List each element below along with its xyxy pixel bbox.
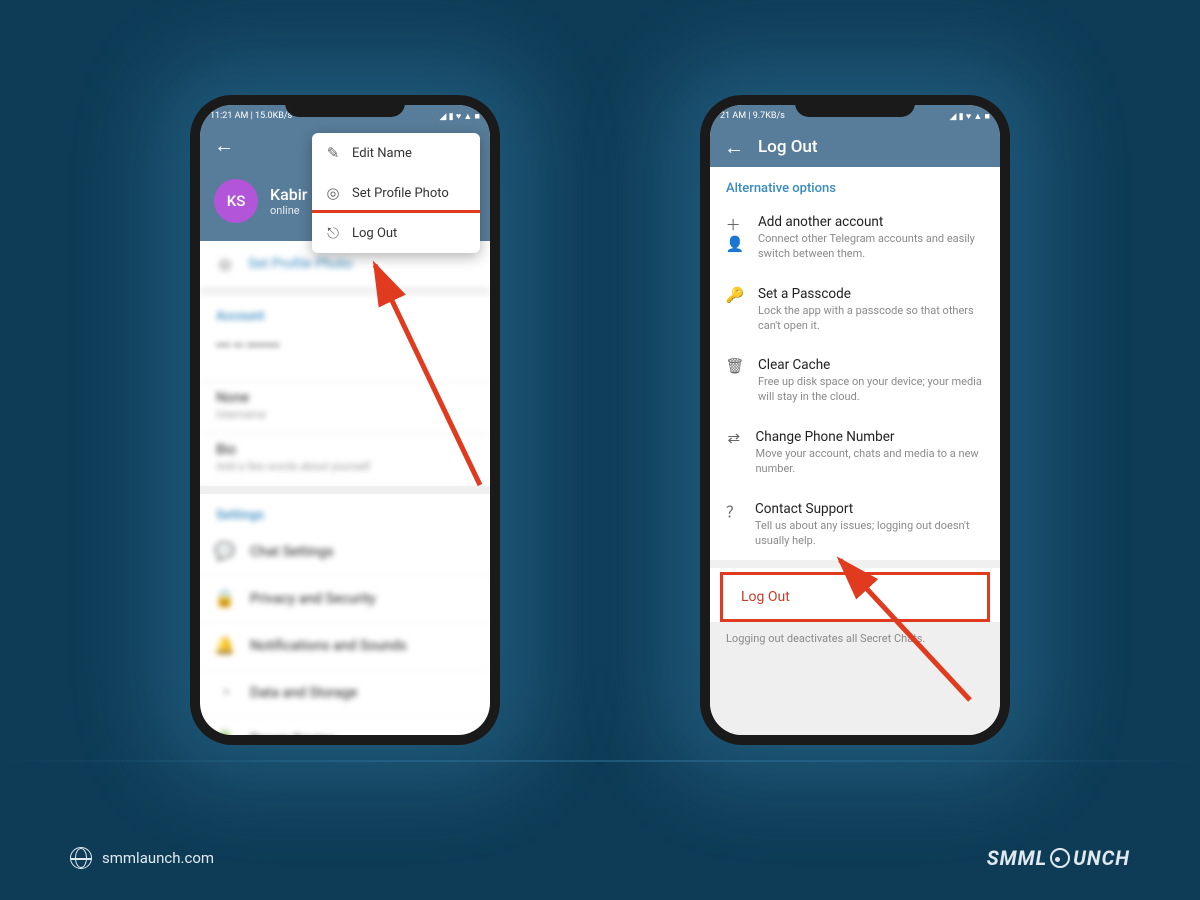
option-add-account[interactable]: ＋👤 Add another account Connect other Tele… xyxy=(710,202,1000,274)
logout-header: ← Log Out xyxy=(710,127,1000,167)
camera-icon: ◎ xyxy=(216,255,234,273)
phone-notch xyxy=(285,95,405,117)
add-user-icon: ＋👤 xyxy=(726,214,744,262)
pencil-icon: ✎ xyxy=(324,144,342,162)
phone-number-label xyxy=(216,356,474,369)
globe-icon xyxy=(70,847,92,869)
menu-log-out-label: Log Out xyxy=(352,226,397,241)
section-settings: Settings xyxy=(200,494,490,529)
brand-text-post: UNCH xyxy=(1073,846,1130,870)
brand-logo: SMML UNCH xyxy=(987,846,1130,870)
row-notifications-label: Notifications and Sounds xyxy=(250,638,407,654)
back-icon[interactable]: ← xyxy=(214,135,234,155)
menu-edit-name-label: Edit Name xyxy=(352,146,412,161)
logout-button[interactable]: Log Out xyxy=(720,572,990,622)
battery-icon: 🔋 xyxy=(216,730,234,735)
menu-edit-name[interactable]: ✎ Edit Name xyxy=(312,133,480,173)
status-time: 21 AM | 9.7KB/s xyxy=(720,111,785,121)
option-passcode-desc: Lock the app with a passcode so that oth… xyxy=(758,304,984,334)
footer-url-text: smmlaunch.com xyxy=(102,849,214,867)
status-icons: ◢ ▮ ♥ ▲ ■ xyxy=(950,111,991,122)
option-add-account-title: Add another account xyxy=(758,214,984,230)
logout-button-label: Log Out xyxy=(741,589,790,605)
alternative-options-header: Alternative options xyxy=(710,167,1000,202)
trash-icon: 🗑 xyxy=(726,357,744,405)
empty-area xyxy=(710,655,1000,735)
option-set-passcode[interactable]: 🔑 Set a Passcode Lock the app with a pass… xyxy=(710,274,1000,346)
storage-icon: ◔ xyxy=(216,683,234,703)
username-value: None xyxy=(216,390,474,406)
option-support-title: Contact Support xyxy=(755,501,984,517)
option-cache-title: Clear Cache xyxy=(758,357,984,373)
section-account: Account xyxy=(200,295,490,330)
floor-reflection xyxy=(0,760,1200,762)
help-icon: ？ xyxy=(726,501,741,549)
divider xyxy=(710,560,1000,568)
status-time: 11:21 AM | 15.0KB/s xyxy=(210,111,292,121)
menu-set-photo[interactable]: ◎ Set Profile Photo xyxy=(312,173,480,213)
row-data-storage[interactable]: ◔ Data and Storage xyxy=(200,670,490,717)
option-passcode-title: Set a Passcode xyxy=(758,286,984,302)
option-phone-title: Change Phone Number xyxy=(755,429,984,445)
row-chat-settings[interactable]: 💬 Chat Settings xyxy=(200,529,490,576)
bio-label: Add a few words about yourself xyxy=(216,460,474,473)
phone-number-value: ••• •• ••••••• xyxy=(216,338,474,354)
set-profile-photo-label: Set Profile Photo xyxy=(248,256,352,272)
bio-field[interactable]: Bio Add a few words about yourself xyxy=(200,434,490,486)
row-notifications[interactable]: 🔔 Notifications and Sounds xyxy=(200,623,490,670)
footer-url: smmlaunch.com xyxy=(70,847,214,869)
option-change-phone[interactable]: ⇄ Change Phone Number Move your account, … xyxy=(710,417,1000,489)
phone-notch xyxy=(795,95,915,117)
phone-number-field[interactable]: ••• •• ••••••• xyxy=(200,330,490,382)
bell-icon: 🔔 xyxy=(216,636,234,656)
menu-set-photo-label: Set Profile Photo xyxy=(352,186,449,201)
footer: smmlaunch.com SMML UNCH xyxy=(0,846,1200,870)
brand-text-pre: SMML xyxy=(987,846,1047,870)
username-label: Username xyxy=(216,408,474,421)
lock-icon: 🔒 xyxy=(216,589,234,609)
row-chat-settings-label: Chat Settings xyxy=(250,544,334,560)
option-support-desc: Tell us about any issues; logging out do… xyxy=(755,519,984,549)
option-contact-support[interactable]: ？ Contact Support Tell us about any issue… xyxy=(710,489,1000,561)
option-clear-cache[interactable]: 🗑 Clear Cache Free up disk space on your … xyxy=(710,345,1000,417)
status-icons: ◢ ▮ ♥ ▲ ■ xyxy=(440,111,481,122)
username-field[interactable]: None Username xyxy=(200,382,490,434)
divider xyxy=(200,486,490,494)
avatar-initials: KS xyxy=(227,192,246,210)
chat-icon: 💬 xyxy=(216,542,234,562)
phone-left: 11:21 AM | 15.0KB/s ◢ ▮ ♥ ▲ ■ ← KS Kabir… xyxy=(190,95,500,745)
menu-log-out[interactable]: ⎋ Log Out xyxy=(312,210,480,253)
option-add-account-desc: Connect other Telegram accounts and easi… xyxy=(758,232,984,262)
row-privacy-label: Privacy and Security xyxy=(250,591,376,607)
avatar[interactable]: KS xyxy=(214,179,258,223)
phone-swap-icon: ⇄ xyxy=(726,429,741,477)
screen-left: 11:21 AM | 15.0KB/s ◢ ▮ ♥ ▲ ■ ← KS Kabir… xyxy=(200,105,490,735)
camera-icon: ◎ xyxy=(324,184,342,202)
phone-right: 21 AM | 9.7KB/s ◢ ▮ ♥ ▲ ■ ← Log Out Alte… xyxy=(700,95,1010,745)
option-phone-desc: Move your account, chats and media to a … xyxy=(755,447,984,477)
bio-value: Bio xyxy=(216,442,474,458)
row-privacy[interactable]: 🔒 Privacy and Security xyxy=(200,576,490,623)
row-power-saving[interactable]: 🔋 Power Saving xyxy=(200,717,490,735)
logout-icon: ⎋ xyxy=(324,224,342,242)
logout-note: Logging out deactivates all Secret Chats… xyxy=(710,622,1000,655)
page-title: Log Out xyxy=(758,137,818,157)
option-cache-desc: Free up disk space on your device; your … xyxy=(758,375,984,405)
brand-o-icon xyxy=(1050,848,1070,868)
overflow-menu: ✎ Edit Name ◎ Set Profile Photo ⎋ Log Ou… xyxy=(312,133,480,253)
screen-right: 21 AM | 9.7KB/s ◢ ▮ ♥ ▲ ■ ← Log Out Alte… xyxy=(710,105,1000,735)
key-icon: 🔑 xyxy=(726,286,744,334)
back-icon[interactable]: ← xyxy=(724,137,744,157)
row-power-saving-label: Power Saving xyxy=(250,732,335,735)
row-data-storage-label: Data and Storage xyxy=(250,685,357,701)
